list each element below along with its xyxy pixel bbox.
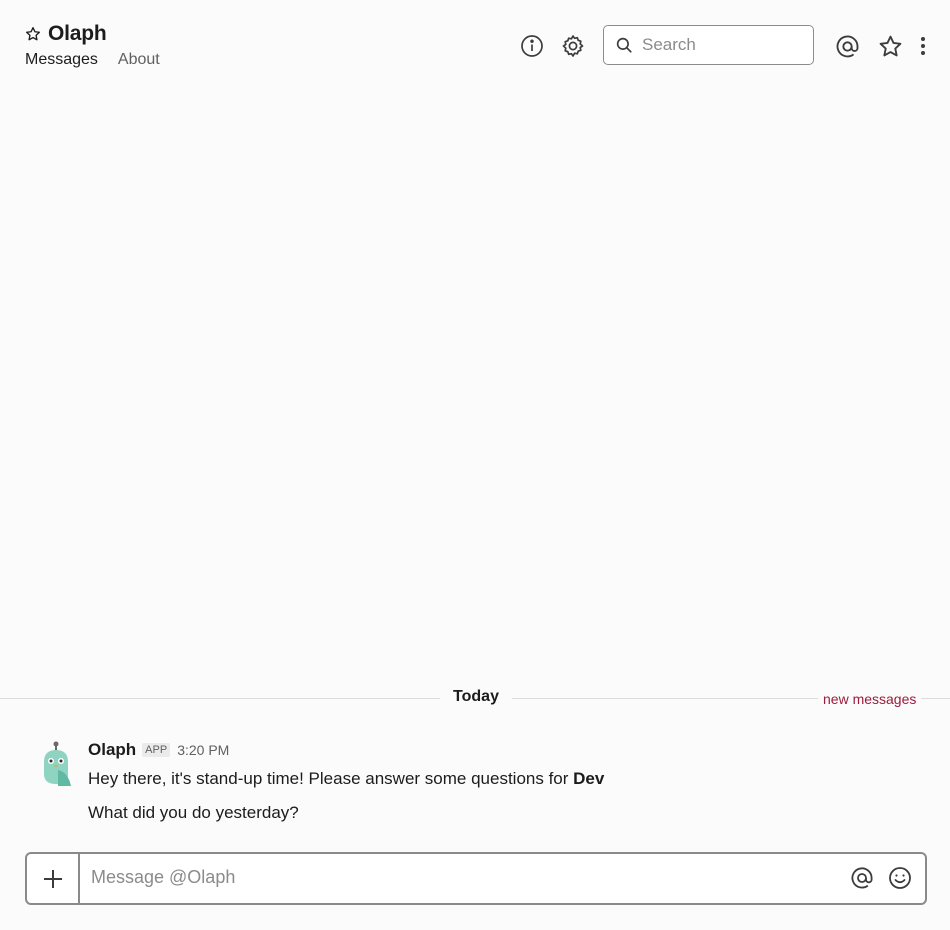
day-divider: Today new messages bbox=[0, 688, 950, 710]
more-vertical-icon[interactable] bbox=[913, 32, 933, 60]
message-text-line-2: What did you do yesterday? bbox=[88, 803, 299, 822]
search-input[interactable] bbox=[640, 34, 804, 56]
plus-icon bbox=[43, 869, 62, 888]
emoji-icon[interactable] bbox=[887, 865, 913, 891]
gear-icon[interactable] bbox=[559, 32, 587, 60]
divider-line-left bbox=[0, 698, 440, 699]
sender-name[interactable]: Olaph bbox=[88, 740, 136, 760]
new-messages-label[interactable]: new messages bbox=[818, 688, 922, 710]
star-outline-icon[interactable] bbox=[876, 32, 904, 60]
info-icon[interactable] bbox=[518, 32, 546, 60]
message-header: Olaph APP 3:20 PM bbox=[88, 740, 229, 760]
avatar[interactable] bbox=[38, 740, 74, 786]
message-text-line-1: Hey there, it's stand-up time! Please an… bbox=[88, 769, 604, 789]
message-composer bbox=[25, 852, 927, 905]
message-timestamp[interactable]: 3:20 PM bbox=[177, 742, 229, 758]
at-icon[interactable] bbox=[833, 32, 861, 60]
channel-header: Olaph Messages About bbox=[0, 0, 950, 80]
day-divider-label: Today bbox=[440, 688, 512, 706]
header-toolbar bbox=[0, 24, 950, 68]
app-badge: APP bbox=[142, 743, 171, 757]
search-box[interactable] bbox=[603, 25, 814, 65]
message-input[interactable] bbox=[89, 866, 833, 889]
message-text-bold: Dev bbox=[573, 769, 605, 788]
composer-at-icon[interactable] bbox=[849, 865, 875, 891]
message-text-prefix: Hey there, it's stand-up time! Please an… bbox=[88, 769, 574, 788]
add-attachment-button[interactable] bbox=[27, 854, 80, 903]
app-window: Olaph Messages About Search Today new me… bbox=[0, 0, 950, 930]
search-icon bbox=[616, 37, 632, 53]
